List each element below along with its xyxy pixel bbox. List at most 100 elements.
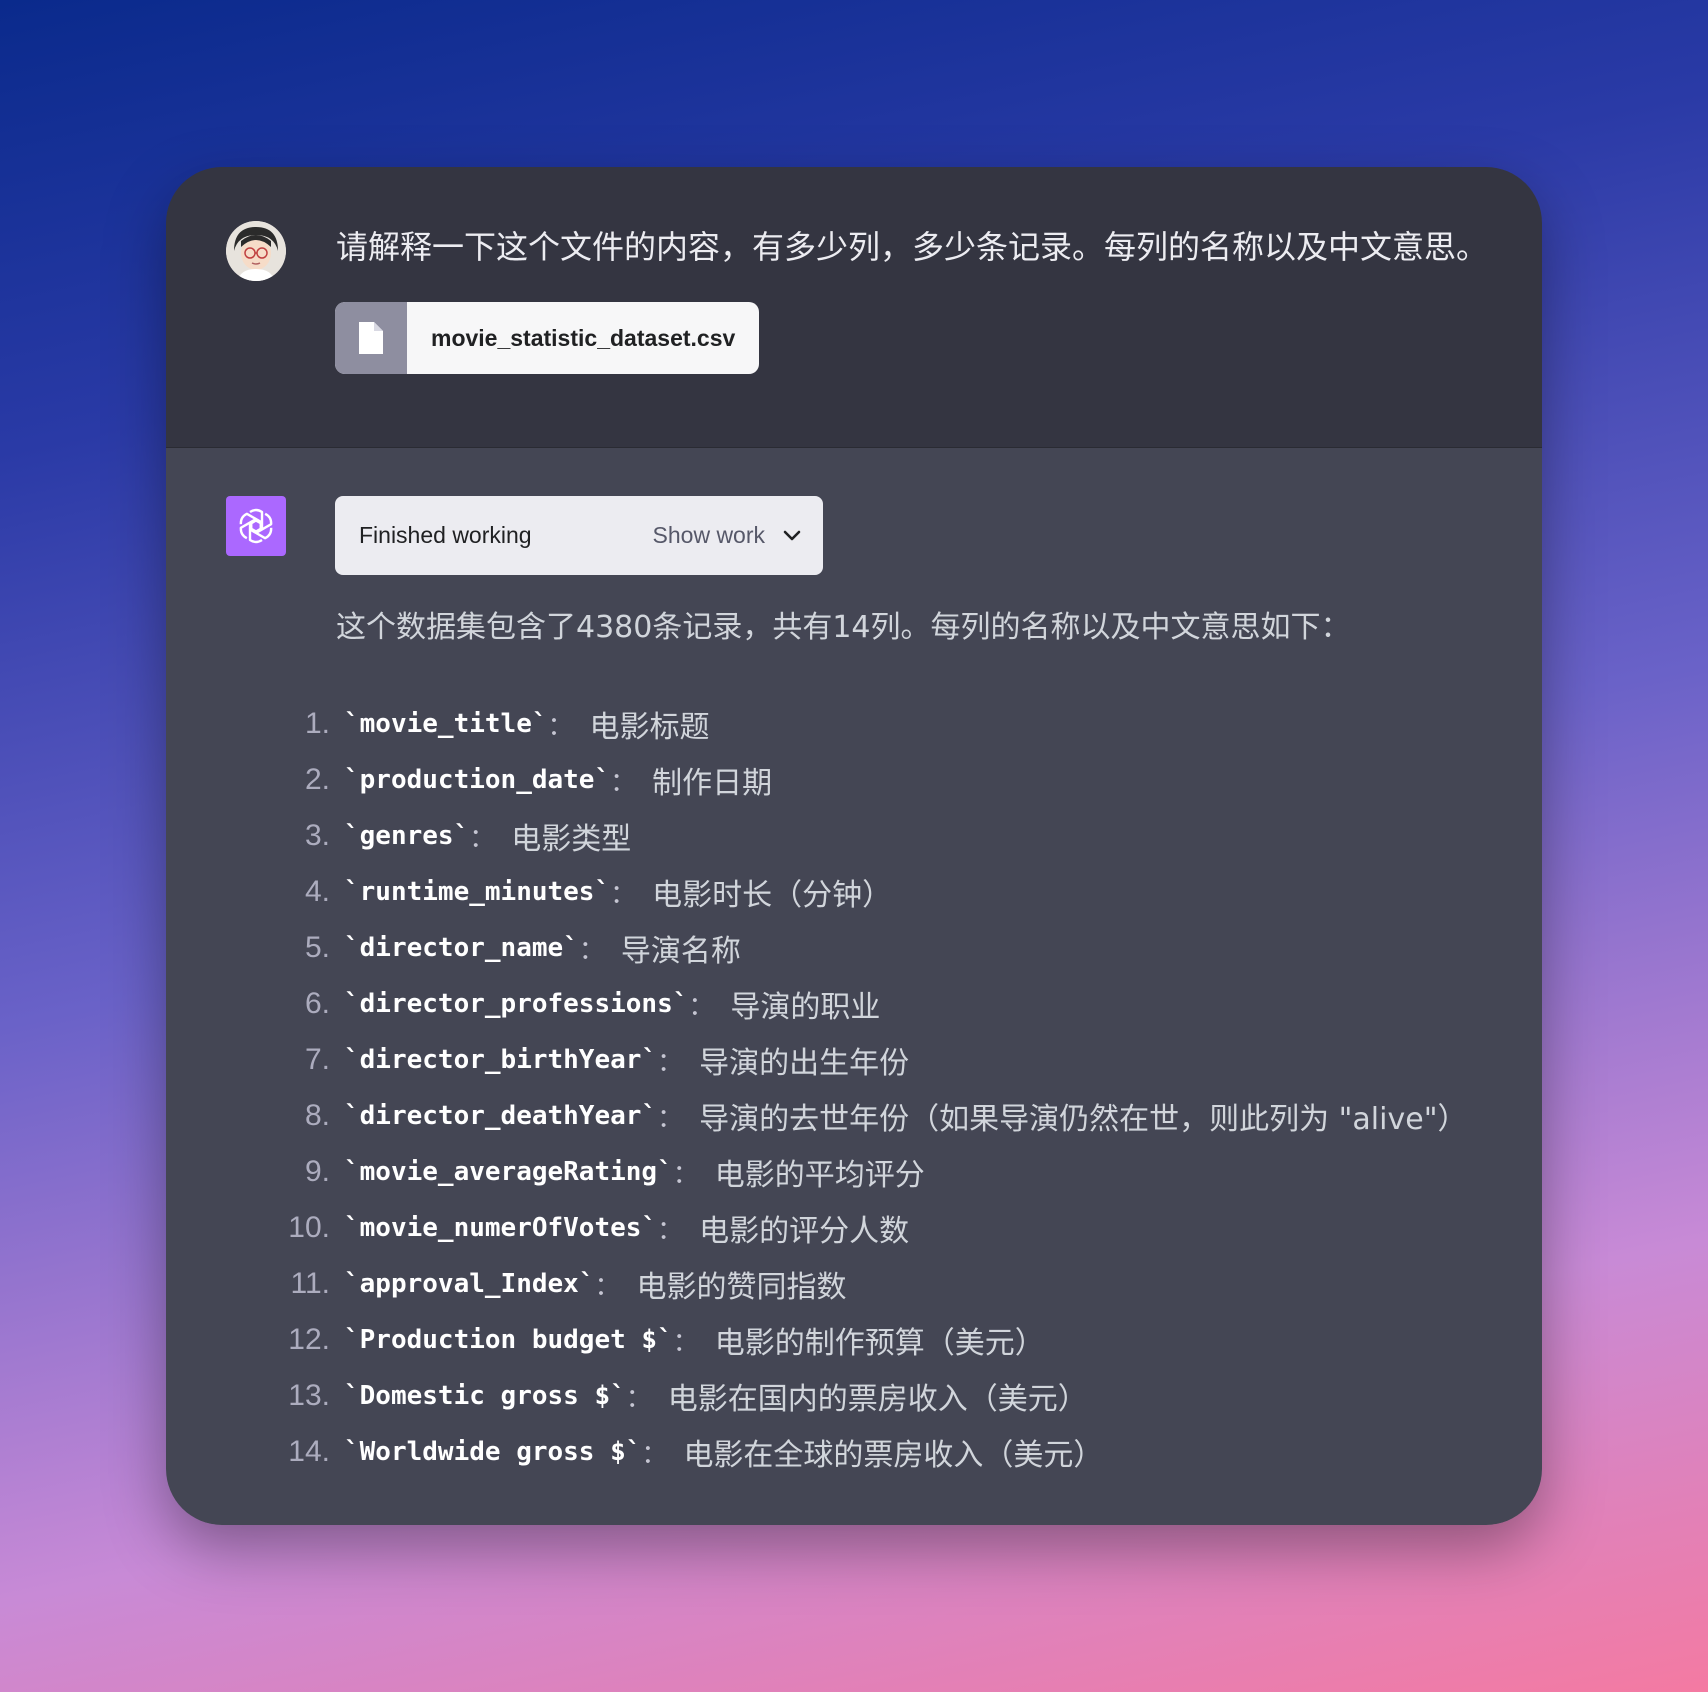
show-work-button[interactable]: Show work	[653, 496, 801, 575]
list-number: 14.	[288, 1435, 330, 1468]
list-number: 5.	[304, 931, 330, 964]
tick-open: `	[344, 989, 360, 1019]
colon-separator: ：	[469, 823, 496, 854]
tick-open: `	[344, 709, 360, 739]
list-number: 9.	[304, 1155, 330, 1188]
tick-open: `	[344, 1437, 360, 1467]
column-meaning: 导演的去世年份（如果导演仍然在世，则此列为 "alive"）	[699, 1102, 1468, 1137]
list-number: 12.	[288, 1323, 330, 1356]
list-number: 6.	[304, 987, 330, 1020]
tick-open: `	[344, 1101, 360, 1131]
show-work-label: Show work	[652, 522, 765, 548]
tick-open: `	[344, 765, 360, 795]
column-list: 1. ` movie_title `：电影标题 2. ` production_date `：…	[266, 696, 1468, 1480]
colon-separator: ：	[547, 711, 574, 742]
column-name: approval_Index	[359, 1269, 579, 1299]
tick-close: `	[641, 1213, 658, 1243]
tick-open: `	[344, 821, 360, 851]
column-meaning: 电影在全球的票房收入（美元）	[683, 1438, 1104, 1473]
tick-close: `	[563, 933, 579, 963]
column-name: production_date	[359, 765, 595, 795]
colon-separator: ：	[657, 1215, 684, 1246]
list-number: 10.	[288, 1211, 330, 1244]
list-item: 9. ` movie_averageRating `：电影的平均评分	[266, 1144, 1468, 1200]
list-number: 13.	[288, 1379, 330, 1412]
column-meaning: 电影的制作预算（美元）	[714, 1326, 1045, 1361]
tick-close: `	[578, 1269, 595, 1299]
tick-open: `	[344, 933, 360, 963]
list-item: 6. ` director_professions `：导演的职业	[266, 976, 1468, 1032]
list-number: 4.	[304, 875, 330, 908]
colon-separator: ：	[657, 1103, 684, 1134]
tick-open: `	[344, 1157, 360, 1187]
list-item: 4. ` runtime_minutes `：电影时长（分钟）	[266, 864, 1468, 920]
column-name: Domestic gross $	[359, 1381, 611, 1411]
list-item: 7. ` director_birthYear `：导演的出生年份	[266, 1032, 1468, 1088]
column-meaning: 电影类型	[511, 822, 632, 857]
column-meaning: 导演的出生年份	[699, 1046, 910, 1081]
list-item: 2. ` production_date `：制作日期	[266, 752, 1468, 808]
column-meaning: 电影的赞同指数	[636, 1270, 847, 1305]
column-meaning: 电影标题	[589, 710, 710, 745]
colon-separator: ：	[610, 767, 637, 798]
tick-close: `	[453, 821, 470, 851]
column-meaning: 导演名称	[620, 934, 741, 969]
answer-intro: 这个数据集包含了4380条记录，共有14列。每列的名称以及中文意思如下：	[336, 610, 1351, 645]
tick-open: `	[344, 1269, 360, 1299]
tick-open: `	[344, 877, 360, 907]
file-icon	[335, 302, 407, 374]
list-item: 1. ` movie_title `：电影标题	[266, 696, 1468, 752]
list-item: 5. ` director_name `：导演名称	[266, 920, 1468, 976]
tick-close: `	[657, 1325, 673, 1355]
list-number: 3.	[304, 819, 330, 852]
tick-close: `	[531, 709, 548, 739]
user-message: 请解释一下这个文件的内容，有多少列，多少条记录。每列的名称以及中文意思。 mov…	[166, 167, 1542, 449]
column-name: director_professions	[359, 989, 673, 1019]
file-name: movie_statistic_dataset.csv	[431, 325, 736, 351]
list-item: 8. ` director_deathYear `：导演的去世年份（如果导演仍然在世，…	[266, 1088, 1468, 1144]
tick-open: `	[344, 1213, 360, 1243]
colon-separator: ：	[657, 1047, 684, 1078]
column-name: movie_numerOfVotes	[359, 1213, 642, 1243]
list-item: 11. ` approval_Index `：电影的赞同指数	[266, 1256, 1468, 1312]
column-name: director_deathYear	[359, 1101, 642, 1131]
list-number: 8.	[304, 1099, 330, 1132]
tick-close: `	[641, 1101, 658, 1131]
column-meaning: 电影时长（分钟）	[652, 878, 893, 913]
tick-close: `	[594, 765, 611, 795]
tick-open: `	[344, 1325, 360, 1355]
colon-separator: ：	[578, 935, 605, 966]
assistant-message: Finished working Show work 这个数据集包含了4380条…	[166, 448, 1542, 1525]
column-name: genres	[359, 821, 454, 851]
tick-close: `	[672, 989, 689, 1019]
chatgpt-logo-icon	[226, 496, 286, 556]
colon-separator: ：	[672, 1327, 699, 1358]
colon-separator: ：	[672, 1159, 699, 1190]
column-name: director_name	[359, 933, 564, 963]
file-attachment[interactable]: movie_statistic_dataset.csv	[335, 302, 760, 374]
tick-close: `	[625, 1437, 642, 1467]
column-meaning: 电影的平均评分	[714, 1158, 925, 1193]
list-item: 3. ` genres `：电影类型	[266, 808, 1468, 864]
list-number: 1.	[304, 707, 330, 740]
chat-card: 请解释一下这个文件的内容，有多少列，多少条记录。每列的名称以及中文意思。 mov…	[166, 167, 1542, 1525]
chevron-down-icon	[783, 530, 801, 540]
column-meaning: 电影在国内的票房收入（美元）	[667, 1382, 1088, 1417]
colon-separator: ：	[610, 879, 637, 910]
column-name: movie_title	[359, 709, 532, 739]
column-name: Worldwide gross $	[359, 1437, 626, 1467]
list-item: 10. ` movie_numerOfVotes `：电影的评分人数	[266, 1200, 1468, 1256]
column-name: runtime_minutes	[359, 877, 595, 907]
user-prompt-text: 请解释一下这个文件的内容，有多少列，多少条记录。每列的名称以及中文意思。	[336, 228, 1489, 266]
column-name: director_birthYear	[359, 1045, 642, 1075]
tick-close: `	[657, 1157, 673, 1187]
colon-separator: ：	[594, 1271, 621, 1302]
colon-separator: ：	[641, 1439, 668, 1470]
work-status-panel: Finished working Show work	[335, 496, 823, 575]
column-meaning: 导演的职业	[730, 990, 881, 1025]
column-name: Production budget $	[359, 1325, 658, 1355]
list-number: 2.	[304, 763, 330, 796]
column-meaning: 电影的评分人数	[699, 1214, 910, 1249]
work-status-text: Finished working	[359, 522, 532, 548]
column-name: movie_averageRating	[359, 1157, 658, 1187]
